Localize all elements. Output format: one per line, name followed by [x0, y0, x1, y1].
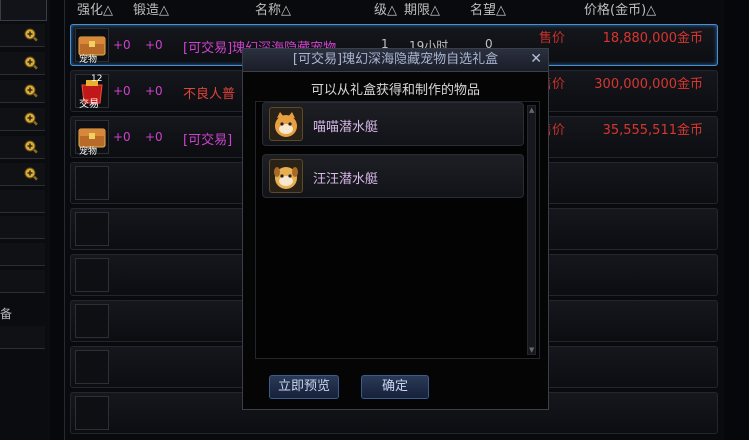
- dialog-title: [可交易]瑰幻深海隐藏宠物自选礼盒: [243, 49, 548, 72]
- reward-option[interactable]: 汪汪潜水艇: [262, 154, 524, 198]
- forge-value: +0: [145, 130, 163, 144]
- sell-label: 售价: [539, 31, 566, 46]
- sidebar-item[interactable]: [0, 326, 45, 349]
- scroll-down-icon[interactable]: ▼: [529, 346, 534, 354]
- header-limit[interactable]: 期限△: [404, 0, 440, 22]
- item-slot[interactable]: [75, 350, 109, 384]
- item-price: 35,555,511金币: [602, 123, 703, 138]
- item-badge: 12: [91, 74, 103, 84]
- right-strip: [724, 0, 749, 440]
- preview-button[interactable]: 立即预览: [269, 375, 339, 399]
- sidebar-item[interactable]: [0, 190, 45, 213]
- sidebar-header: [0, 0, 47, 21]
- magnifier-plus-icon[interactable]: [23, 27, 39, 43]
- reward-option-label: 喵喵潜水艇: [313, 120, 379, 135]
- close-icon[interactable]: ✕: [530, 51, 542, 67]
- magnifier-plus-icon[interactable]: [23, 166, 39, 182]
- gift-box-dialog: [可交易]瑰幻深海隐藏宠物自选礼盒 ✕ 可以从礼盒获得和制作的物品 喵喵潜水艇 …: [242, 48, 549, 410]
- enhance-value: +0: [113, 84, 131, 98]
- magnifier-plus-icon[interactable]: [23, 83, 39, 99]
- sidebar-label: 备: [0, 307, 13, 321]
- cat-submarine-icon: [269, 107, 303, 141]
- magnifier-plus-icon[interactable]: [23, 55, 39, 71]
- sidebar-item[interactable]: [0, 24, 45, 47]
- reward-option[interactable]: 喵喵潜水艇: [262, 102, 524, 146]
- header-name[interactable]: 名称△: [255, 0, 291, 22]
- sidebar-item[interactable]: [0, 80, 45, 103]
- item-caption: 宠物: [79, 147, 98, 157]
- item-slot[interactable]: [75, 212, 109, 246]
- sidebar-item[interactable]: [0, 243, 45, 266]
- dialog-subtitle: 可以从礼盒获得和制作的物品: [310, 83, 480, 98]
- sidebar-item[interactable]: [0, 163, 45, 186]
- item-slot[interactable]: [75, 304, 109, 338]
- reward-option-label: 汪汪潜水艇: [313, 172, 379, 187]
- item-slot[interactable]: [75, 396, 109, 430]
- sidebar-item[interactable]: [0, 270, 45, 293]
- sidebar-item[interactable]: [0, 216, 45, 239]
- item-caption: 交易: [79, 99, 99, 110]
- confirm-button[interactable]: 确定: [361, 375, 429, 399]
- magnifier-plus-icon[interactable]: [23, 111, 39, 127]
- magnifier-plus-icon[interactable]: [23, 139, 39, 155]
- scroll-up-icon[interactable]: ▲: [529, 106, 534, 114]
- header-forge[interactable]: 锻造△: [133, 0, 169, 22]
- item-price: 300,000,000金币: [594, 77, 703, 92]
- header-price[interactable]: 价格(金币)△: [584, 0, 656, 22]
- list-scrollbar[interactable]: ▲ ▼: [527, 105, 536, 355]
- item-slot[interactable]: [75, 166, 109, 200]
- item-name: [可交易]: [183, 133, 233, 148]
- header-level[interactable]: 级△: [374, 0, 397, 22]
- header-fame[interactable]: 名望△: [470, 0, 506, 22]
- sidebar-item[interactable]: [0, 136, 45, 159]
- header-enhance[interactable]: 强化△: [77, 0, 113, 22]
- reward-list: 喵喵潜水艇 汪汪潜水艇 ▲ ▼: [255, 101, 540, 359]
- item-price: 18,880,000金币: [602, 31, 703, 46]
- item-name: 不良人普: [183, 87, 236, 102]
- sidebar-item[interactable]: [0, 52, 45, 75]
- dialog-title-text: [可交易]瑰幻深海隐藏宠物自选礼盒: [292, 52, 499, 67]
- sidebar: 备: [0, 0, 50, 440]
- item-slot[interactable]: [75, 258, 109, 292]
- enhance-value: +0: [113, 38, 131, 52]
- dog-submarine-icon: [269, 159, 303, 193]
- item-caption: 宠物: [79, 55, 98, 65]
- sidebar-item[interactable]: [0, 108, 45, 131]
- forge-value: +0: [145, 84, 163, 98]
- forge-value: +0: [145, 38, 163, 52]
- enhance-value: +0: [113, 130, 131, 144]
